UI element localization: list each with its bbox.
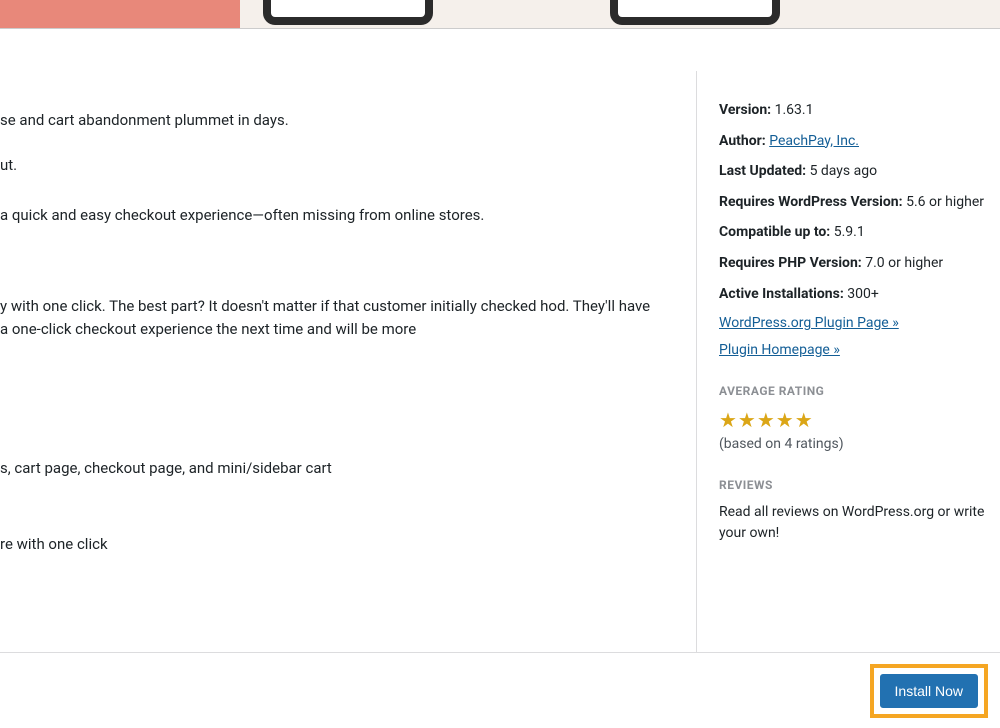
meta-label: Active Installations: bbox=[719, 286, 844, 302]
plugin-banner: EXPRESS CHECKOUT bbox=[0, 0, 1000, 29]
star-rating-icon: ★★★★★ bbox=[719, 408, 988, 432]
banner-phone-mock-left bbox=[263, 0, 433, 25]
description-paragraph: y with one click. The best part? It does… bbox=[0, 295, 656, 342]
meta-compatible: Compatible up to: 5.9.1 bbox=[719, 223, 988, 243]
description-paragraph: ut. bbox=[0, 154, 656, 177]
description-paragraph: se and cart abandonment plummet in days. bbox=[0, 109, 656, 132]
meta-version: Version: 1.63.1 bbox=[719, 101, 988, 121]
meta-label: Requires PHP Version: bbox=[719, 255, 862, 271]
plugin-description: se and cart abandonment plummet in days.… bbox=[0, 71, 696, 691]
meta-label: Author: bbox=[719, 133, 766, 149]
content-wrapper: se and cart abandonment plummet in days.… bbox=[0, 71, 1000, 691]
average-rating-heading: AVERAGE RATING bbox=[719, 384, 988, 398]
install-highlight-box: Install Now bbox=[870, 664, 988, 718]
meta-label: Compatible up to: bbox=[719, 224, 830, 240]
wp-org-plugin-page-link[interactable]: WordPress.org Plugin Page » bbox=[719, 315, 988, 331]
meta-value: 5 days ago bbox=[810, 163, 878, 179]
install-now-button[interactable]: Install Now bbox=[880, 674, 978, 708]
meta-value: 5.6 or higher bbox=[906, 194, 984, 210]
description-paragraph: s, cart page, checkout page, and mini/si… bbox=[0, 457, 656, 480]
meta-label: Last Updated: bbox=[719, 163, 806, 179]
author-link[interactable]: PeachPay, Inc. bbox=[769, 133, 859, 149]
banner-phone-mock-right: EXPRESS CHECKOUT bbox=[610, 0, 780, 25]
meta-author: Author: PeachPay, Inc. bbox=[719, 132, 988, 152]
meta-value: 300+ bbox=[847, 286, 879, 302]
meta-requires-wp: Requires WordPress Version: 5.6 or highe… bbox=[719, 193, 988, 213]
meta-value: 7.0 or higher bbox=[865, 255, 943, 271]
plugin-sidebar: Version: 1.63.1 Author: PeachPay, Inc. L… bbox=[696, 71, 1000, 691]
reviews-text: Read all reviews on WordPress.org or wri… bbox=[719, 502, 988, 544]
meta-value: 5.9.1 bbox=[834, 224, 865, 240]
meta-last-updated: Last Updated: 5 days ago bbox=[719, 162, 988, 182]
reviews-heading: REVIEWS bbox=[719, 478, 988, 492]
description-paragraph: re with one click bbox=[0, 533, 656, 556]
meta-active-installs: Active Installations: 300+ bbox=[719, 285, 988, 305]
plugin-homepage-link[interactable]: Plugin Homepage » bbox=[719, 342, 988, 358]
meta-label: Requires WordPress Version: bbox=[719, 194, 903, 210]
rating-count: (based on 4 ratings) bbox=[719, 436, 988, 452]
meta-value: 1.63.1 bbox=[775, 102, 814, 118]
modal-footer: Install Now bbox=[0, 652, 1000, 728]
description-paragraph: a quick and easy checkout experience—oft… bbox=[0, 204, 656, 227]
meta-requires-php: Requires PHP Version: 7.0 or higher bbox=[719, 254, 988, 274]
meta-label: Version: bbox=[719, 102, 771, 118]
